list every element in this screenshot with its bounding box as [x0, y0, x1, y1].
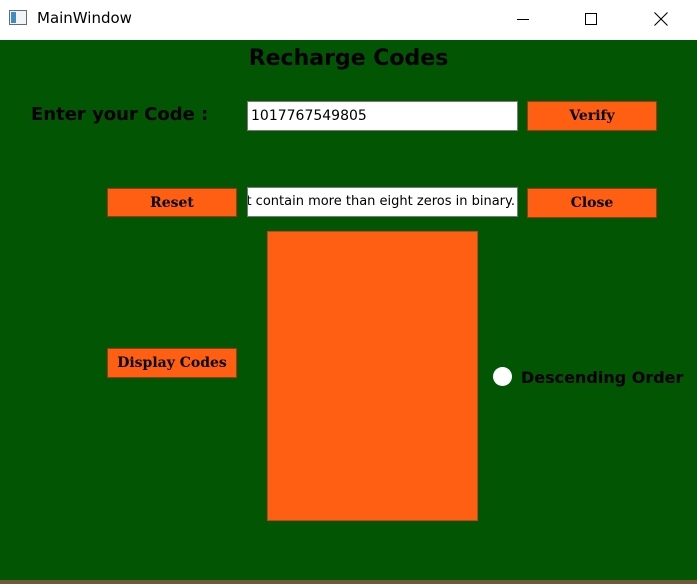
taskbar-strip — [0, 580, 697, 584]
close-window-button[interactable] — [638, 0, 684, 38]
maximize-icon — [585, 13, 597, 25]
reset-button[interactable]: Reset — [107, 188, 237, 217]
close-button[interactable]: Close — [527, 188, 657, 218]
maximize-button[interactable] — [568, 0, 614, 38]
message-text: Codes do not contain more than eight zer… — [248, 194, 515, 209]
minimize-button[interactable] — [500, 0, 546, 38]
descending-order-label: Descending Order — [521, 368, 684, 387]
codes-list[interactable] — [267, 231, 478, 521]
verify-button[interactable]: Verify — [527, 101, 657, 131]
title-bar: MainWindow — [0, 0, 697, 40]
message-field[interactable]: Codes do not contain more than eight zer… — [247, 187, 518, 217]
code-label: Enter your Code : — [31, 104, 209, 125]
page-title: Recharge Codes — [248, 46, 449, 71]
main-panel: Recharge Codes Enter your Code : Verify … — [0, 40, 697, 584]
display-codes-button[interactable]: Display Codes — [107, 348, 237, 378]
descending-order-radio[interactable] — [493, 367, 512, 386]
minimize-icon — [517, 18, 529, 20]
code-input[interactable] — [247, 101, 518, 131]
window-title: MainWindow — [37, 9, 132, 27]
app-window-icon — [9, 10, 27, 25]
close-icon — [654, 12, 668, 26]
